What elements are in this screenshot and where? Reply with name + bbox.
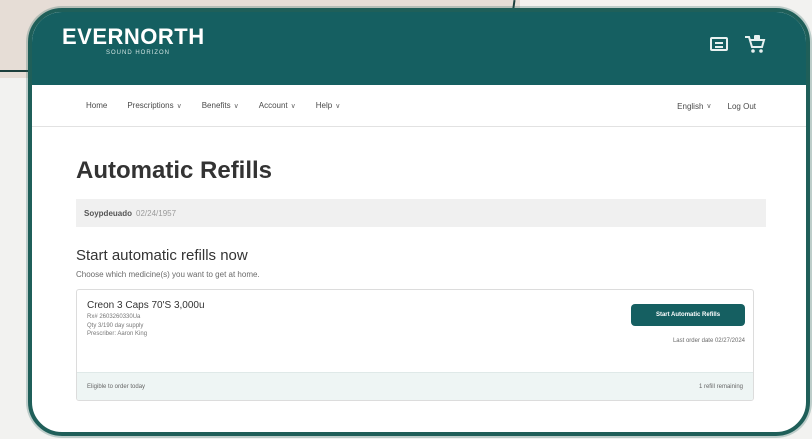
eligibility-text: Eligible to order today [87, 383, 146, 390]
logout-link[interactable]: Log Out [728, 102, 756, 111]
device-frame: EVERNORTH SOUND HORIZON Home Prescriptio… [28, 8, 810, 436]
start-automatic-refills-button[interactable]: Start Automatic Refills [631, 304, 745, 326]
chevron-down-icon: ∨ [290, 102, 296, 110]
header-icons [710, 34, 766, 54]
nav-right: English ∨ Log Out [677, 85, 756, 127]
language-selector[interactable]: English ∨ [677, 102, 711, 111]
section-subtitle: Choose which medicine(s) you want to get… [76, 270, 260, 279]
main-nav: Home Prescriptions ∨ Benefits ∨ Account … [32, 85, 806, 127]
chevron-down-icon: ∨ [176, 102, 182, 110]
chevron-down-icon: ∨ [335, 102, 341, 110]
message-icon[interactable] [710, 37, 728, 51]
chevron-down-icon: ∨ [706, 103, 712, 110]
nav-help-label: Help [315, 101, 333, 110]
prescriber: Prescriber: Aaron King [87, 331, 148, 337]
nav-prescriptions[interactable]: Prescriptions ∨ [127, 101, 181, 110]
medication-card: Creon 3 Caps 70'S 3,000u Rx# 2603260330U… [76, 289, 754, 401]
nav-home[interactable]: Home [86, 101, 107, 110]
page-title: Automatic Refills [76, 157, 273, 184]
evernorth-logo[interactable]: EVERNORTH [62, 24, 205, 50]
section-title: Start automatic refills now [76, 247, 248, 264]
nav-help[interactable]: Help ∨ [316, 101, 341, 110]
nav-home-label: Home [86, 101, 108, 110]
nav-benefits-label: Benefits [201, 101, 231, 110]
logo-subtitle: SOUND HORIZON [106, 50, 170, 56]
last-order-date: Last order date 02/27/2024 [672, 338, 745, 344]
member-dob: 02/24/1957 [136, 208, 177, 218]
nav-account-label: Account [258, 101, 288, 110]
nav-benefits[interactable]: Benefits ∨ [202, 101, 239, 110]
language-label: English [677, 101, 704, 111]
nav-account[interactable]: Account ∨ [259, 101, 296, 110]
nav-prescriptions-label: Prescriptions [127, 101, 174, 110]
refills-remaining: 1 refill remaining [698, 383, 743, 390]
cart-icon[interactable] [744, 34, 766, 54]
chevron-down-icon: ∨ [233, 102, 239, 110]
member-bar: Soypdeuado 02/24/1957 [76, 199, 766, 227]
member-name: Soypdeuado [84, 208, 133, 218]
card-footer: Eligible to order today 1 refill remaini… [77, 372, 753, 400]
card-body: Creon 3 Caps 70'S 3,000u Rx# 2603260330U… [77, 290, 753, 372]
top-header: EVERNORTH SOUND HORIZON [32, 12, 806, 85]
main-content: Automatic Refills Soypdeuado 02/24/1957 … [32, 157, 806, 401]
